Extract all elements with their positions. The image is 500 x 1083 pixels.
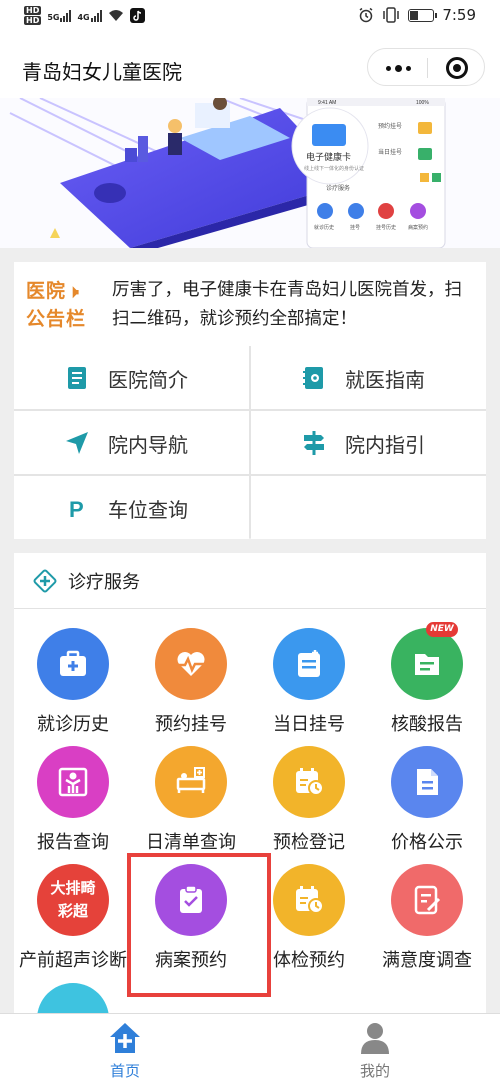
link-parking-query[interactable]: P 车位查询 [14,476,249,539]
navigation-arrow-icon [66,432,88,454]
svg-text:挂号历史: 挂号历史 [376,224,396,231]
service-precheck-register[interactable]: 预检登记 [250,746,368,864]
survey-icon [391,864,463,936]
target-circle-icon[interactable] [446,57,468,79]
calendar-clock-icon [273,746,345,818]
service-visit-history[interactable]: 就诊历史 [14,628,132,746]
clock: 7:59 [442,6,476,24]
svg-text:线上线下一体化的身份认证: 线上线下一体化的身份认证 [304,165,364,172]
parking-icon: P [69,497,84,521]
document-icon [68,367,86,389]
ultrasound-icon: 大排畸彩超 [37,864,109,936]
speaker-icon: 🕨 [68,282,80,302]
signal-4g-icon: 4G [77,9,102,22]
svg-text:P: P [69,497,84,521]
svg-text:预约挂号: 预约挂号 [378,122,402,130]
tiktok-icon [129,8,145,23]
announcement-text: 厉害了，电子健康卡在青岛妇儿医院首发，扫扫二维码，就诊预约全部搞定！ [112,280,462,329]
vibrate-icon [383,7,400,23]
link-indoor-guide[interactable]: 院内指引 [251,411,486,474]
service-appointment[interactable]: 预约挂号 [132,628,250,746]
heartbeat-icon [155,628,227,700]
medical-kit-icon [37,628,109,700]
status-bar: HD HD 5G 4G 7:59 [0,0,500,36]
link-indoor-navigation[interactable]: 院内导航 [14,411,249,474]
link-hospital-intro[interactable]: 医院简介 [14,346,249,409]
user-icon [361,1023,389,1054]
signpost-icon [304,431,324,455]
svg-text:电子健康卡: 电子健康卡 [306,151,351,162]
service-same-day-register[interactable]: 当日挂号 [250,628,368,746]
hd-indicator: HD HD [24,6,42,25]
service-nucleic-acid-report[interactable]: NEW 核酸报告 [368,622,486,746]
capsule-divider [427,58,428,78]
svg-text:9:41 AM: 9:41 AM [318,100,336,106]
more-dots-icon[interactable] [382,61,414,75]
service-price-list[interactable]: 价格公示 [368,746,486,864]
page-title: 青岛妇女儿童医院 [22,60,182,84]
calendar-clock-icon [273,864,345,936]
hospital-bed-icon [155,746,227,818]
report-person-icon [37,746,109,818]
svg-text:当日挂号: 当日挂号 [378,148,402,156]
home-icon [110,1023,140,1053]
bottom-tab-bar: 首页 我的 [0,1013,500,1083]
service-prenatal-ultrasound[interactable]: 大排畸彩超 产前超声诊断 [14,864,132,982]
empty-cell [251,476,486,539]
svg-text:挂号: 挂号 [350,224,360,231]
announcement-logo: 医院 🕨 公告栏 [26,280,87,330]
svg-text:100%: 100% [416,100,429,106]
service-daily-bill[interactable]: 日清单查询 [132,746,250,864]
promo-banner[interactable]: 9:41 AM 100% 电子健康卡 线上线下一体化的身份认证 预约挂号 当日挂… [0,98,500,248]
services-header: 诊疗服务 [14,553,486,609]
signal-5g-icon: 5G [47,9,72,22]
medical-services-panel: 诊疗服务 就诊历史 预约挂号 当日挂号 NEW 核酸报告 报告查询 日清单查询 … [14,553,486,1023]
medical-cross-icon [33,569,57,593]
register-doc-icon [273,628,345,700]
announcement-board[interactable]: 医院 🕨 公告栏 厉害了，电子健康卡在青岛妇儿医院首发，扫扫二维码，就诊预约全部搞… [14,262,486,346]
tab-mine[interactable]: 我的 [250,1014,500,1083]
svg-text:就诊历史: 就诊历史 [314,224,334,231]
banner-illustration: 9:41 AM 100% 电子健康卡 线上线下一体化的身份认证 预约挂号 当日挂… [0,98,500,248]
service-satisfaction-survey[interactable]: 满意度调查 [368,864,486,982]
folder-icon [391,628,463,700]
tab-home[interactable]: 首页 [0,1014,250,1083]
svg-text:诊疗服务: 诊疗服务 [326,184,350,192]
guide-book-icon [303,367,323,389]
new-badge: NEW [426,622,458,637]
wifi-icon [108,10,123,21]
quick-links-grid: 医院简介 就医指南 院内导航 院内指引 P 车位查询 [14,346,486,539]
battery-icon [408,8,438,22]
price-document-icon [391,746,463,818]
service-report-query[interactable]: 报告查询 [14,746,132,864]
link-medical-guide[interactable]: 就医指南 [251,346,486,409]
mini-program-capsule [367,48,485,86]
title-bar: 青岛妇女儿童医院 [0,36,500,98]
alarm-icon [359,7,373,23]
highlight-annotation-box [127,853,271,997]
svg-text:病案预约: 病案预约 [408,224,428,231]
